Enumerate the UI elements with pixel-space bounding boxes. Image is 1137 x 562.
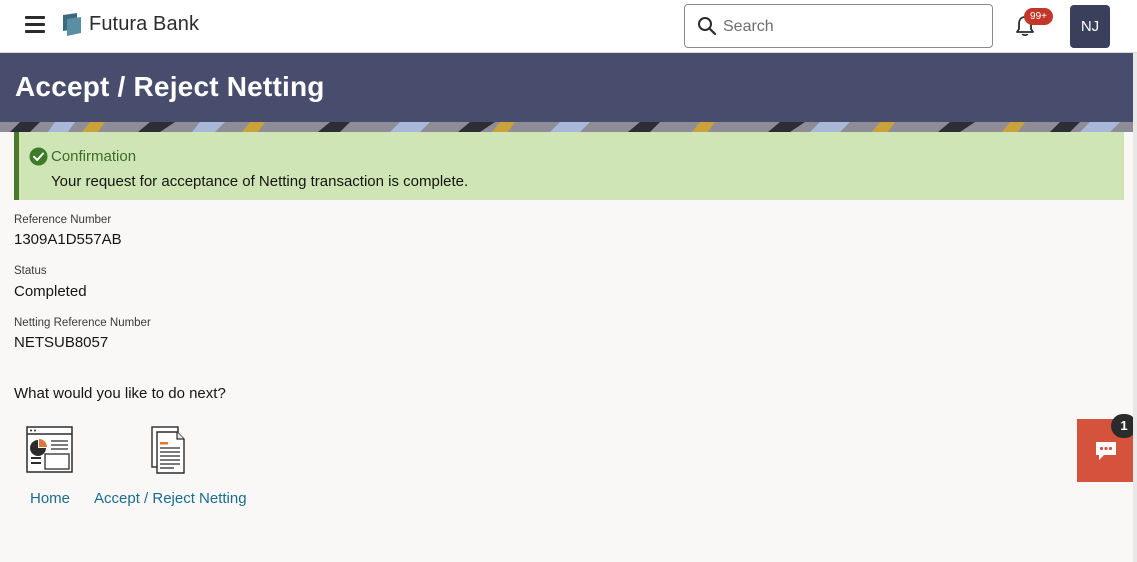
confirmation-text: Your request for acceptance of Netting t… [51, 173, 469, 190]
accept-reject-netting-action[interactable]: Accept / Reject Netting [92, 424, 247, 516]
brand-name[interactable]: Futura Bank [89, 13, 199, 36]
next-steps-title: What would you like to do next? [14, 385, 226, 402]
user-avatar[interactable]: NJ [1070, 5, 1110, 48]
search-icon [698, 17, 717, 36]
netting-reference-value: NETSUB8057 [14, 334, 109, 351]
netting-reference-label: Netting Reference Number [14, 317, 151, 329]
decorative-banner-strip [0, 122, 1137, 132]
page-title: Accept / Reject Netting [15, 71, 325, 102]
top-header: Futura Bank 99+ NJ [0, 0, 1137, 53]
reference-number-label: Reference Number [14, 214, 112, 226]
search-input[interactable] [723, 15, 973, 39]
menu-icon[interactable] [25, 16, 45, 34]
chat-icon [1096, 442, 1116, 460]
bank-logo-icon [63, 13, 81, 36]
home-action[interactable]: Home [24, 424, 76, 516]
check-circle-icon [29, 147, 48, 166]
scrollbar[interactable] [1133, 53, 1137, 562]
accept-reject-netting-link[interactable]: Accept / Reject Netting [94, 490, 247, 507]
notification-badge: 99+ [1024, 8, 1053, 25]
confirmation-title: Confirmation [51, 148, 137, 165]
home-link[interactable]: Home [30, 490, 70, 507]
page-title-banner: Accept / Reject Netting [0, 53, 1137, 122]
reference-number-value: 1309A1D557AB [14, 231, 122, 248]
confirmation-message: Confirmation Your request for acceptance… [14, 132, 1124, 200]
dashboard-icon [26, 426, 73, 473]
status-label: Status [14, 265, 47, 277]
status-value: Completed [14, 283, 87, 300]
document-icon [151, 426, 185, 474]
search-box[interactable] [684, 4, 993, 48]
